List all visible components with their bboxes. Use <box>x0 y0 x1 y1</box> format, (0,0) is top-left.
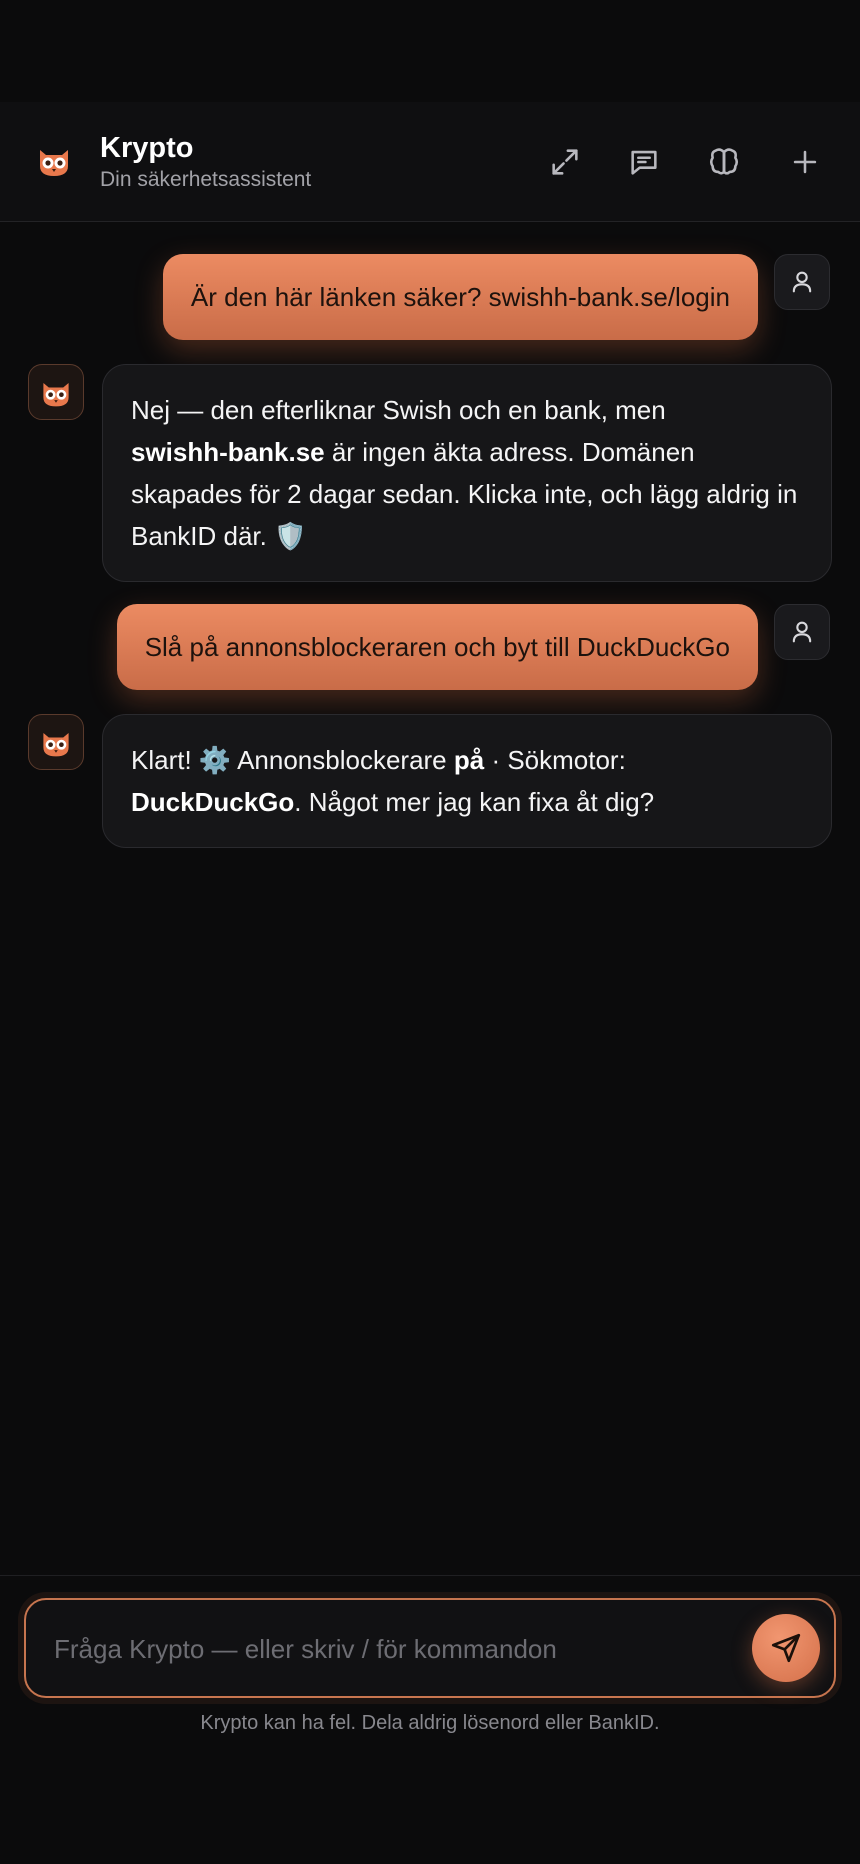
app-subtitle: Din säkerhetsassistent <box>100 168 312 191</box>
user-message: Är den här länken säker? swishh-bank.se/… <box>162 254 758 340</box>
composer <box>24 1598 836 1698</box>
assistant-message: Nej — den efterliknar Swish och en bank,… <box>102 364 832 582</box>
user-message: Slå på annonsblockeraren och byt till Du… <box>116 604 758 690</box>
send-icon <box>771 1633 801 1663</box>
owl-logo-icon <box>34 140 74 180</box>
user-avatar <box>774 254 830 310</box>
message-input[interactable] <box>54 1622 704 1676</box>
user-icon <box>792 271 812 293</box>
owl-icon <box>43 383 69 407</box>
expand-icon <box>552 149 578 175</box>
composer-area: Krypto kan ha fel. Dela aldrig lösenord … <box>0 1575 860 1864</box>
header: Krypto Din säkerhetsassistent <box>0 102 860 222</box>
app: Krypto Din säkerhetsassistent Är den här… <box>0 0 860 1864</box>
send-button[interactable] <box>752 1614 820 1682</box>
expand-button[interactable] <box>541 138 589 186</box>
plus-icon <box>793 150 817 174</box>
memory-button[interactable] <box>700 138 748 186</box>
chat-icon <box>631 150 657 175</box>
disclaimer: Krypto kan ha fel. Dela aldrig lösenord … <box>200 1712 660 1734</box>
app-title: Krypto <box>100 132 194 164</box>
owl-icon <box>43 733 69 757</box>
user-avatar <box>774 604 830 660</box>
chat-history-button[interactable] <box>620 138 668 186</box>
user-icon <box>792 621 812 643</box>
brain-icon <box>709 148 739 175</box>
new-chat-button[interactable] <box>781 138 829 186</box>
assistant-message: Klart! ⚙️ Annonsblockerare på · Sökmotor… <box>102 714 832 848</box>
bot-avatar <box>28 364 84 420</box>
bot-avatar <box>28 714 84 770</box>
